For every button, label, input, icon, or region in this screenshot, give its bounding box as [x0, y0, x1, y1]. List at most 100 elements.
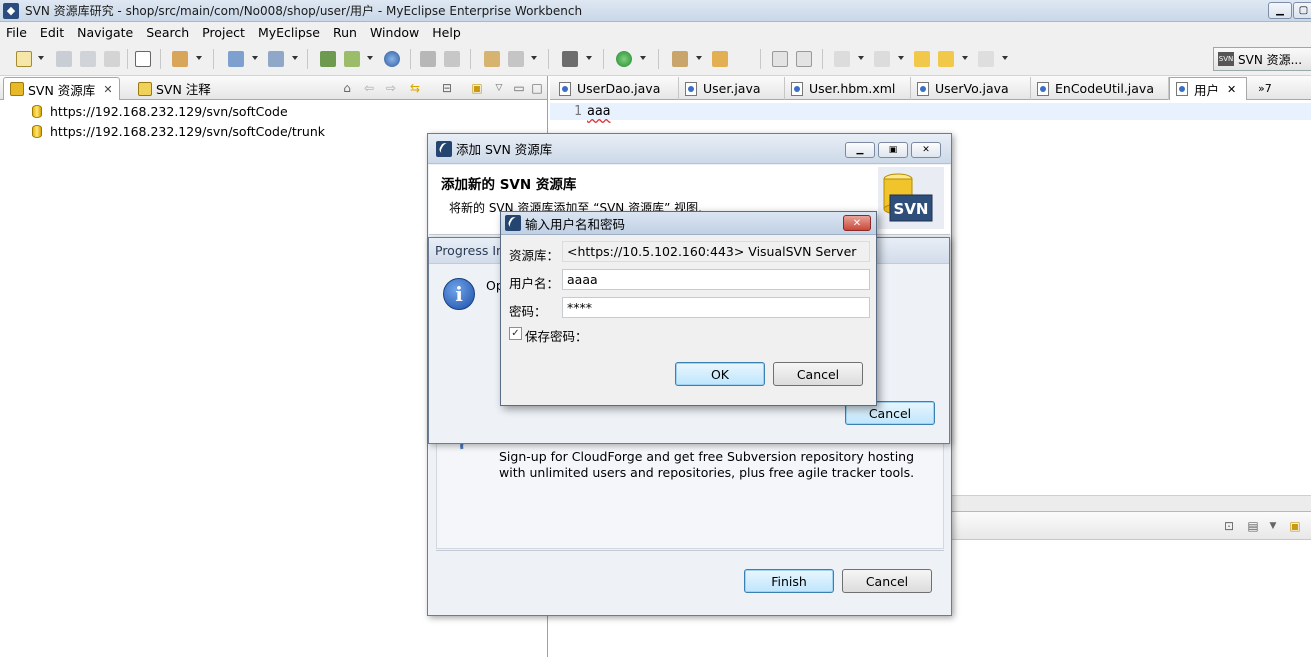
forward-arrow-icon[interactable]: ⇨	[384, 81, 398, 95]
search-tool-dropdown-icon[interactable]	[696, 56, 702, 60]
left-view-tabs: SVN 资源库 ✕ SVN 注释 ⌂ ⇦ ⇨ ⇆ ⊟ ▣ ▽ ▭ □	[0, 76, 547, 100]
close-icon[interactable]: ✕	[103, 83, 112, 96]
tab-svn-repositories[interactable]: SVN 资源库 ✕	[3, 77, 120, 100]
credentials-dialog: 输入用户名和密码 ✕ 资源库： <https://10.5.102.160:44…	[500, 211, 877, 406]
finish-button[interactable]: Finish	[744, 569, 834, 593]
menu-navigate[interactable]: Navigate	[77, 25, 133, 40]
settings-dropdown-icon[interactable]	[531, 56, 537, 60]
cancel-button[interactable]: Cancel	[842, 569, 932, 593]
maximize-view-icon[interactable]: □	[530, 81, 544, 95]
save-password-checkbox[interactable]: ✓	[509, 327, 522, 340]
password-input[interactable]: ****	[562, 297, 870, 318]
open-folder-icon[interactable]	[712, 51, 728, 67]
editor-text[interactable]: aaa	[587, 104, 610, 119]
run-icon[interactable]	[616, 51, 632, 67]
display-icon[interactable]: ▤	[1246, 519, 1260, 533]
settings-icon[interactable]	[508, 51, 524, 67]
next-annotation-dropdown-icon[interactable]	[858, 56, 864, 60]
perspective-switcher[interactable]: SVN SVN 资源...	[1213, 47, 1311, 71]
menu-search[interactable]: Search	[146, 25, 189, 40]
server-icon[interactable]	[268, 51, 284, 67]
save-icon[interactable]	[56, 51, 72, 67]
xml-file-icon	[791, 81, 803, 96]
globe-icon[interactable]	[384, 51, 400, 67]
new-icon[interactable]	[16, 51, 32, 67]
annotation-icon	[138, 81, 152, 96]
prev-annotation-dropdown-icon[interactable]	[898, 56, 904, 60]
view-menu-icon[interactable]: ▽	[492, 81, 506, 95]
close-button[interactable]: ✕	[911, 142, 941, 158]
back-arrow-icon[interactable]: ⇦	[362, 81, 376, 95]
main-toolbar: SVN SVN 资源...	[0, 42, 1311, 76]
menu-file[interactable]: File	[6, 25, 27, 40]
view-menu-icon[interactable]: ▼	[1266, 519, 1280, 533]
minimize-button[interactable]: ▁	[845, 142, 875, 158]
forward-icon[interactable]	[978, 51, 994, 67]
tab-user-text[interactable]: 用户 ✕	[1169, 77, 1247, 100]
link-icon[interactable]: ⇆	[408, 81, 422, 95]
package-icon[interactable]	[172, 51, 188, 67]
new-repository-icon[interactable]: ▣	[470, 81, 484, 95]
print-icon[interactable]	[104, 51, 120, 67]
package-dropdown-icon[interactable]	[196, 56, 202, 60]
dialog-title: 添加 SVN 资源库	[456, 142, 553, 157]
open-type-icon[interactable]	[484, 51, 500, 67]
tool2-icon[interactable]	[444, 51, 460, 67]
search-tool-icon[interactable]	[672, 51, 688, 67]
menu-edit[interactable]: Edit	[40, 25, 64, 40]
repository-row[interactable]: https://192.168.232.129/svn/softCode	[32, 102, 288, 120]
repository-row[interactable]: https://192.168.232.129/svn/softCode/tru…	[32, 122, 325, 140]
forward-dropdown-icon[interactable]	[1002, 56, 1008, 60]
camera-icon[interactable]	[562, 51, 578, 67]
tab-svn-annotations[interactable]: SVN 注释	[132, 77, 217, 100]
tab-user-hbm-xml[interactable]: User.hbm.xml	[785, 77, 911, 100]
pin-icon[interactable]: ⊡	[1222, 519, 1236, 533]
save-all-icon[interactable]	[80, 51, 96, 67]
dialog-title-bar: 输入用户名和密码 ✕	[501, 212, 876, 235]
tab-label: User.hbm.xml	[809, 81, 896, 96]
home-icon[interactable]: ⌂	[340, 81, 354, 95]
tab-userdao-java[interactable]: UserDao.java	[553, 77, 679, 100]
ok-button[interactable]: OK	[675, 362, 765, 386]
run-app-dropdown-icon[interactable]	[367, 56, 373, 60]
tab-encodeutil-java[interactable]: EnCodeUtil.java	[1031, 77, 1169, 100]
menu-run[interactable]: Run	[333, 25, 357, 40]
svn-banner-icon: SVN	[878, 167, 944, 229]
new-console-icon[interactable]: ▣	[1288, 519, 1302, 533]
minimize-button[interactable]: ▁	[1268, 2, 1292, 19]
run-app-icon[interactable]	[344, 51, 360, 67]
username-input[interactable]: aaaa	[562, 269, 870, 290]
deploy-dropdown-icon[interactable]	[252, 56, 258, 60]
web-icon[interactable]	[320, 51, 336, 67]
close-button[interactable]: ✕	[843, 215, 871, 231]
deploy-icon[interactable]	[228, 51, 244, 67]
close-icon[interactable]: ✕	[1227, 83, 1236, 96]
run-dropdown-icon[interactable]	[640, 56, 646, 60]
tab-label: EnCodeUtil.java	[1055, 81, 1154, 96]
camera-dropdown-icon[interactable]	[586, 56, 592, 60]
binary-icon[interactable]	[135, 51, 151, 67]
menu-project[interactable]: Project	[202, 25, 245, 40]
tab-uservo-java[interactable]: UserVo.java	[911, 77, 1031, 100]
maximize-button[interactable]: ▣	[878, 142, 908, 158]
back-dropdown-icon[interactable]	[962, 56, 968, 60]
last-edit-icon[interactable]	[914, 51, 930, 67]
new-dropdown-icon[interactable]	[38, 56, 44, 60]
tabs-overflow-button[interactable]: »7	[1252, 77, 1278, 100]
collapse-all-icon[interactable]: ⊟	[440, 81, 454, 95]
minimize-view-icon[interactable]: ▭	[512, 81, 526, 95]
menu-window[interactable]: Window	[370, 25, 419, 40]
menu-myeclipse[interactable]: MyEclipse	[258, 25, 320, 40]
svn-logo-icon	[505, 215, 521, 231]
back-icon[interactable]	[938, 51, 954, 67]
next-annotation-icon[interactable]	[834, 51, 850, 67]
toggle-mark-icon[interactable]	[772, 51, 788, 67]
server-dropdown-icon[interactable]	[292, 56, 298, 60]
tab-user-java[interactable]: User.java	[679, 77, 785, 100]
tool-icon[interactable]	[420, 51, 436, 67]
maximize-button[interactable]: ▢	[1293, 2, 1311, 19]
show-whitespace-icon[interactable]	[796, 51, 812, 67]
cancel-button[interactable]: Cancel	[773, 362, 863, 386]
menu-help[interactable]: Help	[432, 25, 461, 40]
prev-annotation-icon[interactable]	[874, 51, 890, 67]
